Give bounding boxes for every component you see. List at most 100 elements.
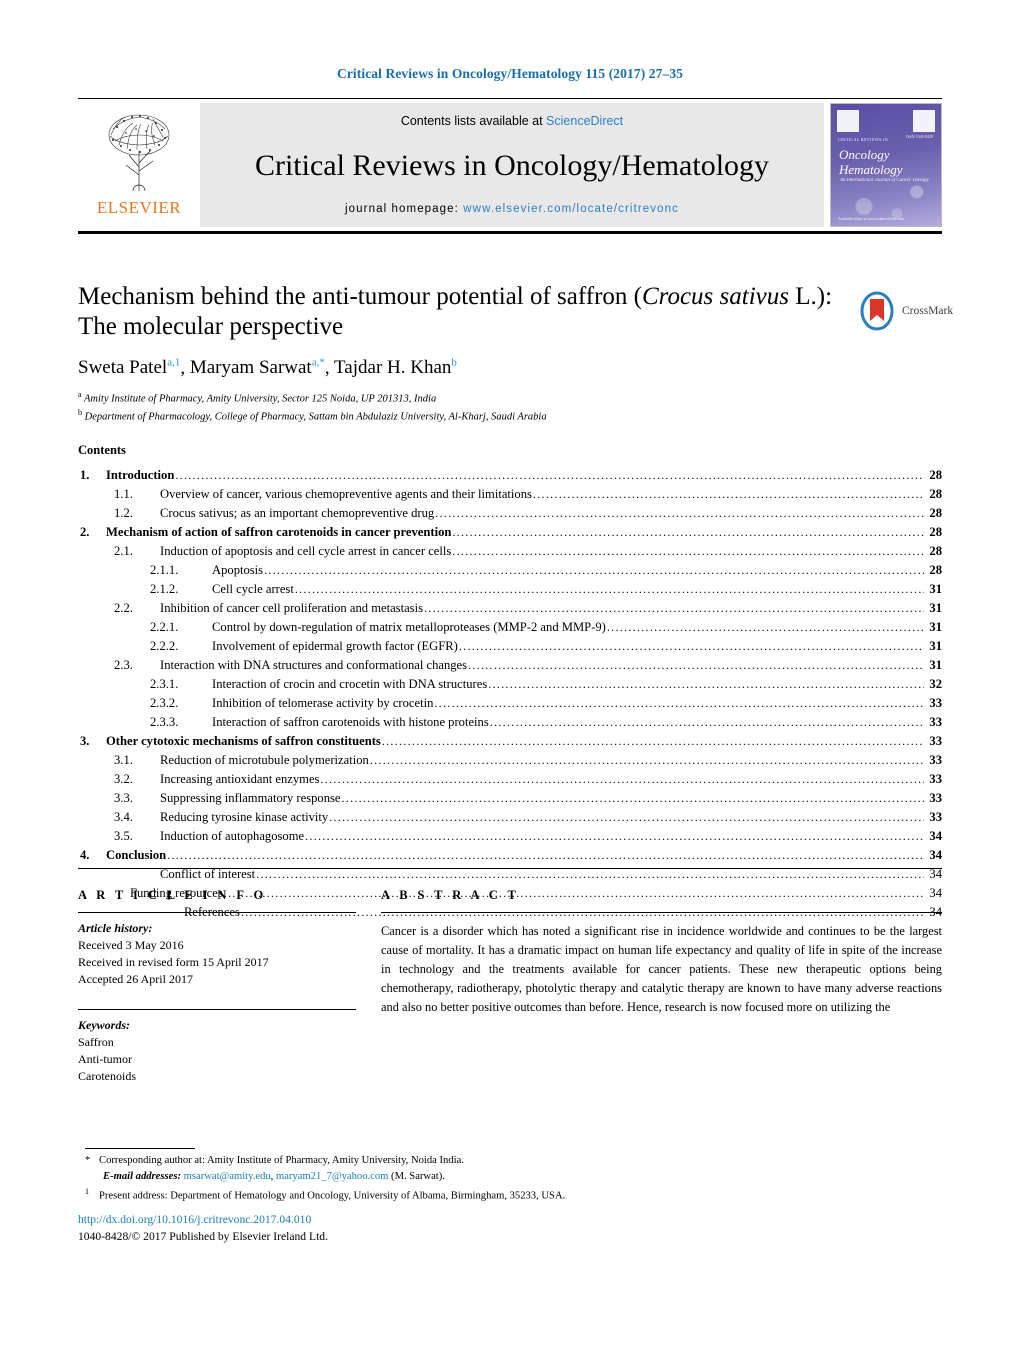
journal-header: ELSEVIER Contents lists available at Sci… bbox=[78, 98, 942, 234]
toc-entry[interactable]: 2. Mechanism of action of saffron caroten… bbox=[78, 523, 942, 542]
keywords-label: Keywords: bbox=[78, 1018, 130, 1033]
toc-entry-label: Cell cycle arrest bbox=[212, 582, 294, 597]
table-of-contents: 1. Introduction..........................… bbox=[78, 466, 942, 922]
article-info-panel: A R T I C L E I N F O Article history: R… bbox=[78, 888, 356, 1085]
toc-entry[interactable]: 3.1. Reduction of microtubule polymerizat… bbox=[78, 751, 942, 770]
title-part-1: Mechanism behind the anti-tumour potenti… bbox=[78, 283, 642, 310]
toc-entry-number: 2.3. bbox=[114, 658, 133, 673]
affiliation-item: a Amity Institute of Pharmacy, Amity Uni… bbox=[78, 389, 848, 407]
toc-entry-label: Mechanism of action of saffron carotenoi… bbox=[106, 525, 452, 540]
cover-journal-name: Oncology Hematology bbox=[839, 147, 933, 177]
toc-entry-page: 28 bbox=[929, 487, 942, 502]
crossmark-badge[interactable]: CrossMark bbox=[857, 289, 967, 333]
toc-entry[interactable]: 2.3.1. Interaction of crocin and crocetin… bbox=[78, 675, 942, 694]
toc-entry[interactable]: 2.2.1. Control by down-regulation of matr… bbox=[78, 618, 942, 637]
crossmark-label: CrossMark bbox=[902, 305, 954, 317]
toc-entry[interactable]: 1. Introduction..........................… bbox=[78, 466, 942, 485]
toc-entry-number: 1.1. bbox=[114, 487, 133, 502]
toc-entry[interactable]: 2.3.2. Inhibition of telomerase activity … bbox=[78, 694, 942, 713]
sciencedirect-link[interactable]: ScienceDirect bbox=[546, 114, 623, 128]
affiliation-marker: b bbox=[78, 408, 82, 418]
toc-entry-number: 3.5. bbox=[114, 829, 133, 844]
toc-entry[interactable]: 3. Other cytotoxic mechanisms of saffron … bbox=[78, 732, 942, 751]
toc-entry-page: 28 bbox=[929, 563, 942, 578]
toc-entry-page: 31 bbox=[929, 658, 942, 673]
footnote-present-address: 1 Present address: Department of Hematolo… bbox=[85, 1186, 885, 1205]
journal-header-center: Contents lists available at ScienceDirec… bbox=[200, 103, 824, 227]
toc-leader-dots: ........................................… bbox=[329, 810, 924, 825]
toc-entry-number: 2.1.2. bbox=[150, 582, 179, 597]
toc-entry-page: 31 bbox=[929, 639, 942, 654]
cover-footer-text: Available online at www.sciencedirect.co… bbox=[838, 217, 904, 221]
toc-entry-label: Suppressing inflammatory response bbox=[160, 791, 341, 806]
toc-entry[interactable]: 4. Conclusion............................… bbox=[78, 846, 942, 865]
author-name: Tajdar H. Khan bbox=[334, 357, 452, 379]
email-link-primary[interactable]: msarwat@amity.edu bbox=[184, 1171, 271, 1182]
article-first-page: Critical Reviews in Oncology/Hematology … bbox=[0, 0, 1020, 1351]
author-separator: , bbox=[180, 357, 190, 379]
footnote-present-address-text: Present address: Department of Hematolog… bbox=[99, 1190, 566, 1202]
toc-entry-label: Overview of cancer, various chemoprevent… bbox=[160, 487, 532, 502]
toc-entry[interactable]: 2.3. Interaction with DNA structures and … bbox=[78, 656, 942, 675]
toc-entry[interactable]: 2.1.1. Apoptosis.........................… bbox=[78, 561, 942, 580]
article-history-received: Received 3 May 2016 bbox=[78, 938, 184, 953]
toc-entry-page: 28 bbox=[929, 506, 942, 521]
toc-entry[interactable]: 2.1.2. Cell cycle arrest.................… bbox=[78, 580, 942, 599]
homepage-url-link[interactable]: www.elsevier.com/locate/critrevonc bbox=[463, 203, 679, 215]
keyword-item: Saffron bbox=[78, 1035, 114, 1050]
toc-entry-label: Reduction of microtubule polymerization bbox=[160, 753, 369, 768]
toc-entry[interactable]: 3.2. Increasing antioxidant enzymes......… bbox=[78, 770, 942, 789]
toc-entry-page: 31 bbox=[929, 620, 942, 635]
toc-entry-number: 2.3.3. bbox=[150, 715, 179, 730]
toc-entry[interactable]: 2.2. Inhibition of cancer cell proliferat… bbox=[78, 599, 942, 618]
article-info-heading: A R T I C L E I N F O bbox=[78, 888, 267, 902]
toc-leader-dots: ........................................… bbox=[175, 468, 924, 482]
elsevier-logo: ELSEVIER bbox=[78, 103, 200, 227]
footnote-rule bbox=[85, 1148, 195, 1149]
toc-entry-label: Conclusion bbox=[106, 848, 167, 863]
toc-entry[interactable]: 2.2.2. Involvement of epidermal growth fa… bbox=[78, 637, 942, 656]
toc-entry-page: 33 bbox=[929, 696, 942, 711]
toc-leader-dots: ........................................… bbox=[320, 772, 924, 787]
toc-leader-dots: ........................................… bbox=[458, 639, 924, 654]
abstract-rule bbox=[381, 912, 942, 913]
copyright-line: 1040-8428/© 2017 Published by Elsevier I… bbox=[78, 1230, 328, 1244]
footnote-corresponding-text: Corresponding author at: Amity Institute… bbox=[99, 1155, 464, 1166]
toc-entry-number: 2.2.1. bbox=[150, 620, 179, 635]
email-link-secondary[interactable]: maryam21_7@yahoo.com bbox=[276, 1171, 388, 1182]
toc-entry[interactable]: 3.3. Suppressing inflammatory response...… bbox=[78, 789, 942, 808]
toc-entry[interactable]: 1.1. Overview of cancer, various chemopre… bbox=[78, 485, 942, 504]
toc-entry[interactable]: 1.2. Crocus sativus; as an important chem… bbox=[78, 504, 942, 523]
toc-entry[interactable]: 3.5. Induction of autophagosome..........… bbox=[78, 827, 942, 846]
doi-link[interactable]: http://dx.doi.org/10.1016/j.critrevonc.2… bbox=[78, 1211, 328, 1228]
toc-entry[interactable]: 2.1. Induction of apoptosis and cell cycl… bbox=[78, 542, 942, 561]
title-block: Mechanism behind the anti-tumour potenti… bbox=[78, 282, 848, 425]
toc-entry-page: 34 bbox=[929, 829, 942, 844]
toc-entry-number: 3.4. bbox=[114, 810, 133, 825]
author-item: Maryam Sarwata,* bbox=[190, 357, 325, 378]
toc-entry[interactable]: 3.4. Reducing tyrosine kinase activity...… bbox=[78, 808, 942, 827]
toc-entry[interactable]: 2.3.3. Interaction of saffron carotenoids… bbox=[78, 713, 942, 732]
toc-leader-dots: ........................................… bbox=[489, 715, 924, 730]
toc-entry-number: 3.2. bbox=[114, 772, 133, 787]
toc-entry-label: Reducing tyrosine kinase activity bbox=[160, 810, 329, 825]
cover-name-line2: Hematology bbox=[839, 161, 903, 177]
toc-entry-label: Interaction with DNA structures and conf… bbox=[160, 658, 468, 673]
toc-entry-label: Increasing antioxidant enzymes bbox=[160, 772, 320, 787]
toc-leader-dots: ........................................… bbox=[341, 791, 924, 806]
toc-leader-dots: ........................................… bbox=[488, 677, 924, 692]
article-history-accepted: Accepted 26 April 2017 bbox=[78, 972, 193, 987]
toc-entry-page: 32 bbox=[929, 677, 942, 692]
toc-entry-number: 3.1. bbox=[114, 753, 133, 768]
journal-cover-thumbnail: CRITICAL REVIEWS IN ISSN 1040-8428 Oncol… bbox=[830, 103, 942, 227]
toc-entry-label: Interaction of saffron carotenoids with … bbox=[212, 715, 489, 730]
toc-leader-dots: ........................................… bbox=[423, 601, 924, 616]
toc-leader-dots: ........................................… bbox=[606, 620, 924, 635]
contents-available-line: Contents lists available at ScienceDirec… bbox=[401, 114, 623, 128]
toc-leader-dots: ........................................… bbox=[468, 658, 924, 673]
elsevier-wordmark: ELSEVIER bbox=[96, 198, 182, 217]
toc-leader-dots: ........................................… bbox=[305, 829, 924, 844]
keyword-item: Anti-tumor bbox=[78, 1052, 132, 1067]
toc-entry-number: 2.3.2. bbox=[150, 696, 179, 711]
toc-entry-page: 33 bbox=[929, 753, 942, 768]
